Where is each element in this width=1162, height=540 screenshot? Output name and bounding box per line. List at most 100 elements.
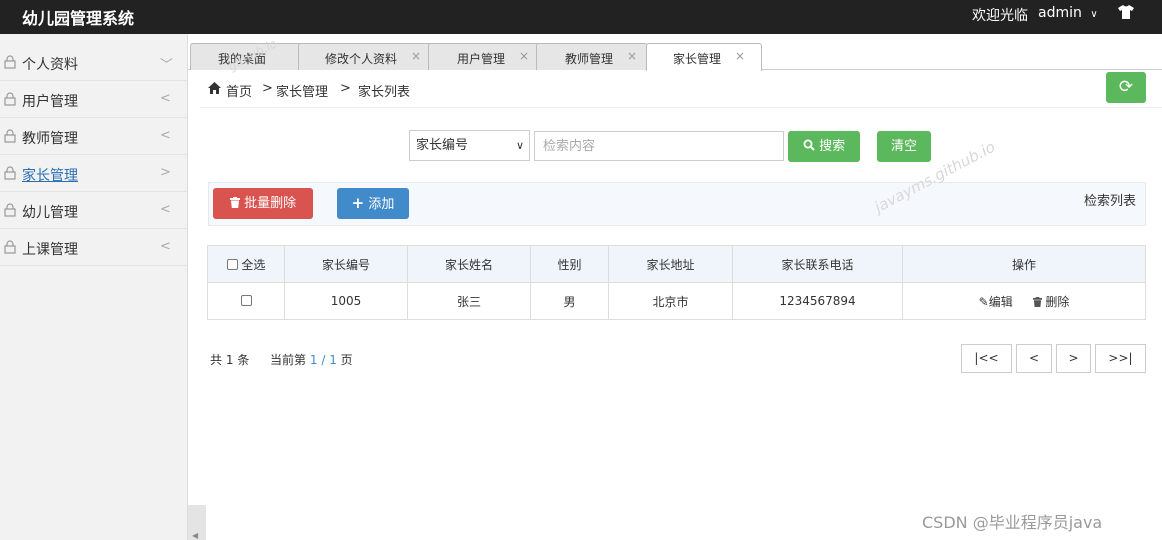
row-select-cell xyxy=(207,282,285,320)
column-header: 操作 xyxy=(902,245,1146,283)
search-button-label: 搜索 xyxy=(819,139,846,154)
chevron-left-icon: < xyxy=(160,239,171,254)
sidebar-item-profile[interactable]: 个人资料 ﹀ xyxy=(0,44,187,81)
prev-page-button[interactable]: < xyxy=(1016,344,1052,373)
lock-icon xyxy=(4,166,16,180)
column-header: 家长编号 xyxy=(284,245,408,283)
search-input[interactable] xyxy=(534,131,784,161)
sidebar-item-teachers[interactable]: 教师管理 < xyxy=(0,118,187,155)
select-all-header[interactable]: 全选 xyxy=(207,245,285,283)
delete-link[interactable]: 删除 xyxy=(1032,295,1069,309)
user-name: admin xyxy=(1038,5,1082,21)
parents-table: 全选 家长编号 家长姓名 性别 家长地址 家长联系电话 操作 1005 张三 男… xyxy=(207,245,1146,320)
lock-icon xyxy=(4,203,16,217)
lock-icon xyxy=(4,55,16,69)
last-page-button[interactable]: >>| xyxy=(1095,344,1146,373)
sidebar-item-label: 上课管理 xyxy=(22,242,78,258)
sidebar-item-parents[interactable]: 家长管理 > xyxy=(0,155,187,192)
refresh-icon: ⟳ xyxy=(1118,77,1134,97)
row-checkbox[interactable] xyxy=(240,295,252,306)
search-field-value: 家长编号 xyxy=(416,138,469,153)
sidebar-toggle-handle[interactable]: ◀ xyxy=(188,505,206,540)
home-icon xyxy=(208,82,221,94)
edit-label: 编辑 xyxy=(988,294,1013,309)
close-icon[interactable]: × xyxy=(411,49,421,63)
clear-button[interactable]: 清空 xyxy=(877,131,931,162)
chevron-left-icon: < xyxy=(160,91,171,106)
tab-users[interactable]: 用户管理 × xyxy=(428,43,542,70)
app-title: 幼儿园管理系统 xyxy=(22,9,135,28)
close-icon[interactable]: × xyxy=(627,49,637,63)
tshirt-icon[interactable] xyxy=(1118,5,1134,23)
welcome-text: 欢迎光临 xyxy=(972,8,1028,24)
cell-phone: 1234567894 xyxy=(732,282,903,320)
top-bar: 幼儿园管理系统 欢迎光临 admin ∨ xyxy=(0,0,1162,34)
breadcrumb-separator: > xyxy=(340,81,351,96)
column-header: 家长联系电话 xyxy=(732,245,903,283)
lock-icon xyxy=(4,240,16,254)
first-page-button[interactable]: |<< xyxy=(961,344,1012,373)
edit-link[interactable]: ✎编辑 xyxy=(979,295,1017,309)
column-header: 家长地址 xyxy=(608,245,733,283)
tab-label: 家长管理 xyxy=(673,52,722,66)
list-title: 检索列表 xyxy=(1084,194,1137,209)
tab-bar: 我的桌面 修改个人资料 × 用户管理 × 教师管理 × 家长管理 × xyxy=(188,34,1162,71)
tab-label: 教师管理 xyxy=(565,52,614,66)
chevron-right-icon: > xyxy=(160,165,171,180)
sidebar-item-classes[interactable]: 上课管理 < xyxy=(0,229,187,266)
tab-teachers[interactable]: 教师管理 × xyxy=(536,43,648,70)
select-all-checkbox[interactable] xyxy=(226,258,238,270)
trash-icon xyxy=(1032,295,1046,309)
column-header: 家长姓名 xyxy=(407,245,531,283)
plus-icon: + xyxy=(351,194,365,212)
search-button[interactable]: 搜索 xyxy=(788,131,860,162)
refresh-button[interactable]: ⟳ xyxy=(1106,72,1146,103)
sidebar-item-children[interactable]: 幼儿管理 < xyxy=(0,192,187,229)
next-page-button[interactable]: > xyxy=(1056,344,1091,373)
table-header-row: 全选 家长编号 家长姓名 性别 家长地址 家长联系电话 操作 xyxy=(207,245,1146,283)
pagination-total-prefix: 共 xyxy=(210,353,223,367)
pagination-total-pages: 1 xyxy=(329,353,337,367)
chevron-left-icon: < xyxy=(160,202,171,217)
sidebar-item-label: 教师管理 xyxy=(22,131,78,147)
cell-address: 北京市 xyxy=(608,282,733,320)
sidebar-item-label: 幼儿管理 xyxy=(22,205,78,221)
pagination-separator: / xyxy=(321,353,326,367)
pagination-total-suffix: 条 xyxy=(237,353,250,367)
pencil-icon: ✎ xyxy=(978,294,989,309)
batch-delete-button[interactable]: 批量删除 xyxy=(213,188,313,219)
pagination-page-prefix: 当前第 xyxy=(270,353,307,367)
add-button[interactable]: + 添加 xyxy=(337,188,409,219)
breadcrumb-home[interactable]: 首页 xyxy=(226,81,252,100)
pagination-page-suffix: 页 xyxy=(340,353,353,367)
lock-icon xyxy=(4,92,16,106)
breadcrumb: 首页 > 家长管理 > 家长列表 xyxy=(200,72,1162,108)
chevron-down-icon: ∨ xyxy=(1090,9,1098,20)
close-icon[interactable]: × xyxy=(519,49,529,63)
sidebar: 个人资料 ﹀ 用户管理 < 教师管理 < 家长管理 > 幼儿管理 < 上课管理 … xyxy=(0,34,188,540)
sidebar-item-label: 用户管理 xyxy=(22,94,78,110)
tab-label: 用户管理 xyxy=(457,52,506,66)
cell-parent-id: 1005 xyxy=(284,282,408,320)
pagination-total: 共 1 条 xyxy=(210,351,249,368)
triangle-left-icon: ◀ xyxy=(192,531,199,540)
column-header: 性别 xyxy=(530,245,609,283)
close-icon[interactable]: × xyxy=(735,49,745,63)
lock-icon xyxy=(4,129,16,143)
search-field-select[interactable]: 家长编号 ∨ xyxy=(409,130,530,161)
sidebar-item-label: 家长管理 xyxy=(22,168,78,184)
breadcrumb-current: 家长列表 xyxy=(358,85,411,100)
cell-actions: ✎编辑 删除 xyxy=(902,282,1146,320)
batch-delete-label: 批量删除 xyxy=(244,196,297,211)
tab-edit-profile[interactable]: 修改个人资料 × xyxy=(298,43,434,70)
breadcrumb-section[interactable]: 家长管理 xyxy=(276,81,328,100)
cell-parent-name: 张三 xyxy=(407,282,531,320)
search-icon xyxy=(803,139,819,154)
tab-parents[interactable]: 家长管理 × xyxy=(646,43,762,71)
sidebar-item-users[interactable]: 用户管理 < xyxy=(0,81,187,118)
user-menu[interactable]: admin ∨ xyxy=(1038,5,1098,21)
pagination-current-page: 1 xyxy=(309,353,318,367)
pagination-page: 当前第 1 / 1 页 xyxy=(270,351,353,368)
table-row: 1005 张三 男 北京市 1234567894 ✎编辑 删除 xyxy=(207,282,1146,320)
chevron-down-icon: ﹀ xyxy=(160,58,174,73)
